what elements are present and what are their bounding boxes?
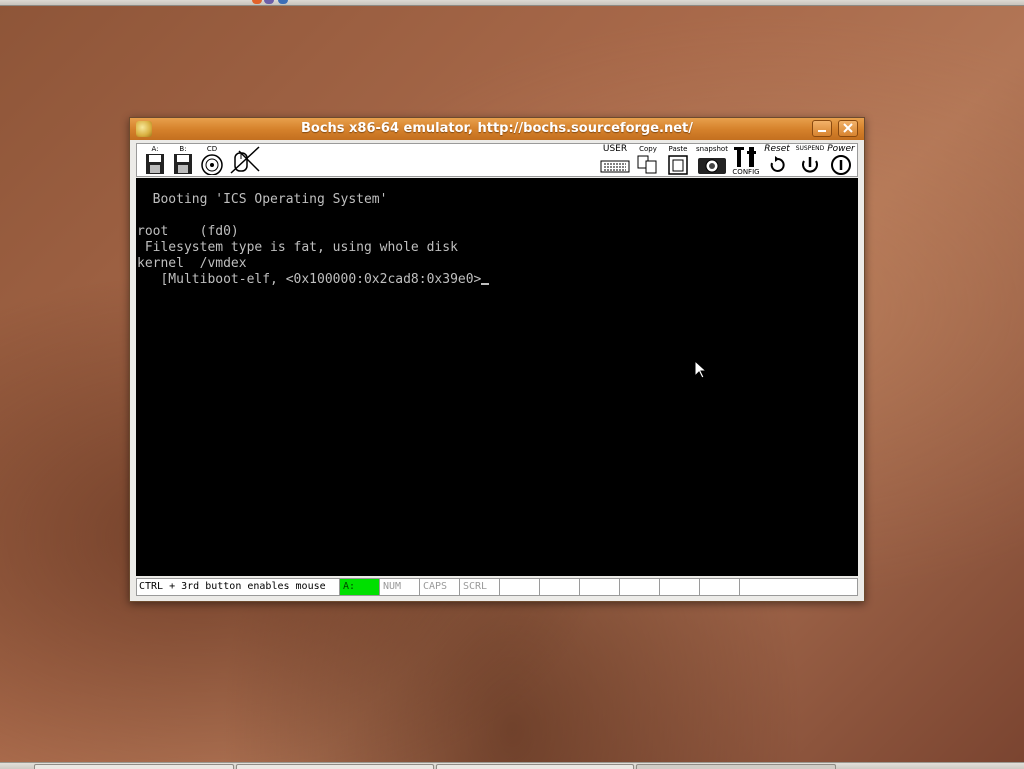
floppy-b-button[interactable]: B: bbox=[171, 145, 195, 176]
console-line: kernel /vmdex bbox=[137, 256, 247, 271]
led-scrl: SCRL bbox=[459, 579, 499, 595]
mouse-pointer-icon bbox=[694, 360, 708, 379]
power-icon bbox=[831, 155, 851, 175]
firefox-launcher-icon[interactable] bbox=[252, 0, 262, 4]
status-bar: CTRL + 3rd button enables mouse A: NUM C… bbox=[136, 578, 858, 596]
cdrom-icon bbox=[201, 154, 223, 175]
taskbar-item[interactable] bbox=[236, 764, 434, 769]
led-floppy-a: A: bbox=[339, 579, 379, 595]
mouse-disabled-icon bbox=[230, 146, 260, 174]
user-label: USER bbox=[602, 144, 628, 154]
window-titlebar[interactable]: Bochs x86-64 emulator, http://bochs.sour… bbox=[130, 118, 864, 140]
floppy-a-label: A: bbox=[151, 145, 159, 153]
launcher-icon[interactable] bbox=[278, 0, 288, 4]
floppy-b-label: B: bbox=[179, 145, 187, 153]
emulator-screen[interactable]: Booting 'ICS Operating System' root (fd0… bbox=[136, 178, 858, 576]
paste-button[interactable]: Paste bbox=[665, 145, 691, 176]
led-slot bbox=[539, 579, 579, 595]
led-slot bbox=[499, 579, 539, 595]
copy-icon bbox=[637, 155, 657, 174]
status-message: CTRL + 3rd button enables mouse bbox=[139, 581, 326, 592]
minimize-button[interactable] bbox=[812, 120, 832, 137]
suspend-label: SUSPEND bbox=[795, 145, 825, 152]
floppy-b-icon bbox=[174, 154, 192, 174]
led-num: NUM bbox=[379, 579, 419, 595]
power-button[interactable]: Power bbox=[827, 145, 855, 176]
cdrom-label: CD bbox=[206, 145, 218, 153]
window-title: Bochs x86-64 emulator, http://bochs.sour… bbox=[300, 121, 694, 136]
copy-button[interactable]: Copy bbox=[635, 145, 661, 176]
close-icon bbox=[843, 123, 853, 133]
suspend-icon bbox=[802, 157, 818, 173]
snapshot-button[interactable]: snapshot bbox=[695, 145, 729, 176]
paste-label: Paste bbox=[668, 145, 688, 153]
reset-label: Reset bbox=[764, 144, 790, 154]
status-remainder bbox=[739, 579, 857, 595]
toolbar: A: B: CD USER Copy Paste snapshot CONFIG… bbox=[136, 143, 858, 177]
led-slot bbox=[659, 579, 699, 595]
user-button[interactable]: USER bbox=[599, 145, 631, 176]
console-line-last: [Multiboot-elf, <0x100000:0x2cad8:0x39e0… bbox=[137, 272, 490, 288]
console-line: Booting 'ICS Operating System' bbox=[137, 192, 388, 207]
reset-icon bbox=[770, 156, 785, 172]
launcher-icon[interactable] bbox=[264, 0, 274, 4]
led-slot bbox=[699, 579, 739, 595]
taskbar-item[interactable] bbox=[636, 764, 836, 769]
taskbar-item[interactable] bbox=[436, 764, 634, 769]
copy-label: Copy bbox=[639, 145, 657, 153]
floppy-a-button[interactable]: A: bbox=[143, 145, 167, 176]
keyboard-icon bbox=[600, 160, 630, 173]
paste-icon bbox=[668, 155, 688, 175]
top-panel bbox=[0, 0, 1024, 6]
bochs-window: Bochs x86-64 emulator, http://bochs.sour… bbox=[129, 117, 865, 602]
minimize-icon bbox=[818, 130, 826, 132]
led-slot bbox=[579, 579, 619, 595]
suspend-button[interactable]: SUSPEND bbox=[793, 145, 827, 176]
reset-button[interactable]: Reset bbox=[763, 145, 791, 176]
console-line: root (fd0) bbox=[137, 224, 239, 239]
console-line: Filesystem type is fat, using whole disk bbox=[137, 240, 458, 255]
console-line: [Multiboot-elf, <0x100000:0x2cad8:0x39e0… bbox=[137, 272, 482, 287]
power-label: Power bbox=[827, 144, 855, 154]
taskbar-item[interactable] bbox=[34, 764, 234, 769]
floppy-a-icon bbox=[146, 154, 164, 174]
led-slot bbox=[619, 579, 659, 595]
config-icon bbox=[734, 147, 756, 167]
snapshot-label: snapshot bbox=[696, 145, 728, 153]
config-label: CONFIG bbox=[732, 168, 760, 176]
close-button[interactable] bbox=[838, 120, 858, 137]
camera-icon bbox=[698, 158, 726, 174]
text-cursor bbox=[481, 283, 490, 285]
cdrom-button[interactable]: CD bbox=[199, 145, 225, 176]
led-caps: CAPS bbox=[419, 579, 459, 595]
config-button[interactable]: CONFIG bbox=[731, 145, 761, 176]
mouse-button[interactable] bbox=[229, 145, 263, 176]
